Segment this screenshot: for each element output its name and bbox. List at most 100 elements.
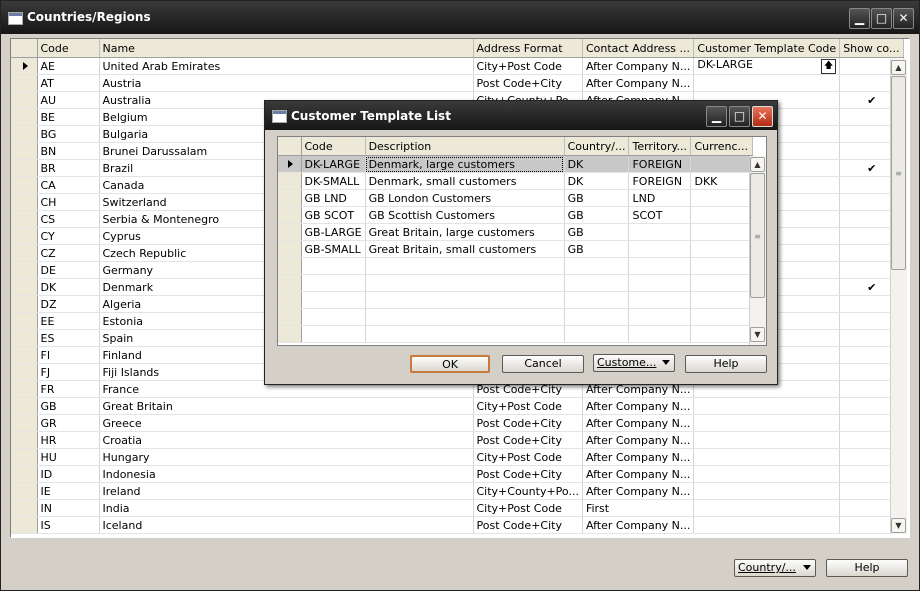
cell-code[interactable]: BR bbox=[37, 159, 100, 177]
ok-button[interactable]: OK bbox=[410, 355, 490, 373]
row-selector[interactable] bbox=[278, 206, 302, 224]
row-selector[interactable] bbox=[278, 257, 302, 275]
column-header-currency[interactable]: Currenc... bbox=[690, 137, 754, 156]
cell-address-format[interactable]: Post Code+City bbox=[473, 74, 583, 92]
column-header-show-contact[interactable]: Show co... bbox=[839, 39, 905, 58]
empty-cell[interactable] bbox=[690, 308, 754, 326]
row-selector[interactable] bbox=[11, 363, 38, 381]
cell-code[interactable]: CZ bbox=[37, 244, 100, 262]
empty-cell[interactable] bbox=[564, 257, 630, 275]
cell-code[interactable]: AT bbox=[37, 74, 100, 92]
row-selector[interactable] bbox=[11, 295, 38, 313]
dialog-scroll-down-button[interactable]: ▼ bbox=[750, 327, 765, 342]
cell-territory[interactable]: FOREIGN bbox=[628, 172, 692, 190]
dialog-minimize-button[interactable]: ▁ bbox=[706, 106, 727, 127]
row-selector[interactable] bbox=[11, 312, 38, 330]
cell-customer-template-code[interactable] bbox=[693, 397, 841, 415]
cell-name[interactable]: Great Britain bbox=[99, 397, 474, 415]
cell-code[interactable]: ES bbox=[37, 329, 100, 347]
cell-customer-template-code[interactable]: DK-LARGE 🡅 bbox=[693, 57, 841, 75]
cell-territory[interactable]: SCOT bbox=[628, 206, 692, 224]
cell-code[interactable]: CY bbox=[37, 227, 100, 245]
cell-code[interactable]: EE bbox=[37, 312, 100, 330]
cell-code[interactable]: DE bbox=[37, 261, 100, 279]
dialog-scroll-up-button[interactable]: ▲ bbox=[750, 157, 765, 172]
row-selector[interactable] bbox=[11, 278, 38, 296]
empty-cell[interactable] bbox=[564, 291, 630, 309]
column-header-customer-template-code[interactable]: Customer Template Code bbox=[693, 39, 841, 58]
column-header-code[interactable]: Code bbox=[37, 39, 100, 58]
column-header-country[interactable]: Country/... bbox=[564, 137, 630, 156]
cell-code[interactable]: GR bbox=[37, 414, 100, 432]
empty-cell[interactable] bbox=[301, 274, 366, 292]
grid-vertical-scrollbar[interactable]: ▲ ≡ ▼ bbox=[890, 59, 907, 534]
cell-code[interactable]: ID bbox=[37, 465, 100, 483]
empty-cell[interactable] bbox=[301, 325, 366, 343]
table-row[interactable]: GB LND GB London Customers GB LND bbox=[278, 189, 754, 207]
row-selector[interactable] bbox=[278, 240, 302, 258]
empty-cell[interactable] bbox=[628, 291, 692, 309]
cell-code[interactable]: AU bbox=[37, 91, 100, 109]
row-selector[interactable] bbox=[11, 125, 38, 143]
dialog-maximize-button[interactable]: □ bbox=[729, 106, 750, 127]
dialog-vertical-scrollbar[interactable]: ▲ ≡ ▼ bbox=[749, 156, 766, 345]
row-selector[interactable] bbox=[278, 189, 302, 207]
row-selector[interactable] bbox=[11, 414, 38, 432]
cell-description[interactable]: Great Britain, large customers bbox=[365, 223, 565, 241]
row-selector[interactable] bbox=[278, 325, 302, 343]
cell-code[interactable]: FI bbox=[37, 346, 100, 364]
cell-code[interactable]: FJ bbox=[37, 363, 100, 381]
cell-territory[interactable]: FOREIGN bbox=[628, 155, 692, 173]
cell-contact-address[interactable]: After Company N... bbox=[582, 465, 695, 483]
empty-cell[interactable] bbox=[628, 274, 692, 292]
close-button[interactable]: ✕ bbox=[893, 8, 914, 29]
cell-code[interactable]: CS bbox=[37, 210, 100, 228]
empty-cell[interactable] bbox=[564, 274, 630, 292]
cell-contact-address[interactable]: After Company N... bbox=[582, 516, 695, 534]
cell-contact-address[interactable]: After Company N... bbox=[582, 57, 695, 75]
table-row[interactable]: HR Croatia Post Code+City After Company N..… bbox=[11, 431, 905, 449]
row-selector[interactable] bbox=[278, 274, 302, 292]
cell-code[interactable]: CA bbox=[37, 176, 100, 194]
row-selector[interactable] bbox=[11, 448, 38, 466]
cell-address-format[interactable]: Post Code+City bbox=[473, 431, 583, 449]
cell-name[interactable]: Austria bbox=[99, 74, 474, 92]
cell-address-format[interactable]: City+Post Code bbox=[473, 448, 583, 466]
cell-description[interactable]: GB London Customers bbox=[365, 189, 565, 207]
cell-address-format[interactable]: City+Post Code bbox=[473, 397, 583, 415]
row-selector[interactable] bbox=[11, 244, 38, 262]
cell-name[interactable]: Hungary bbox=[99, 448, 474, 466]
cell-currency[interactable] bbox=[690, 206, 754, 224]
cell-code[interactable]: BG bbox=[37, 125, 100, 143]
row-selector[interactable] bbox=[11, 482, 38, 500]
column-header-description[interactable]: Description bbox=[365, 137, 565, 156]
table-row[interactable]: GB SCOT GB Scottish Customers GB SCOT bbox=[278, 206, 754, 224]
cell-contact-address[interactable]: After Company N... bbox=[582, 397, 695, 415]
cell-territory[interactable]: LND bbox=[628, 189, 692, 207]
row-selector[interactable] bbox=[11, 193, 38, 211]
cell-address-format[interactable]: Post Code+City bbox=[473, 516, 583, 534]
row-selector[interactable] bbox=[278, 172, 302, 190]
empty-cell[interactable] bbox=[564, 325, 630, 343]
cell-customer-template-code[interactable] bbox=[693, 414, 841, 432]
cell-name[interactable]: Croatia bbox=[99, 431, 474, 449]
cell-name[interactable]: Indonesia bbox=[99, 465, 474, 483]
row-selector[interactable] bbox=[11, 346, 38, 364]
cell-description[interactable]: Great Britain, small customers bbox=[365, 240, 565, 258]
empty-cell[interactable] bbox=[365, 257, 565, 275]
maximize-button[interactable]: □ bbox=[871, 8, 892, 29]
row-selector[interactable] bbox=[11, 261, 38, 279]
cell-description[interactable]: Denmark, small customers bbox=[365, 172, 565, 190]
cell-code[interactable]: IS bbox=[37, 516, 100, 534]
cell-code[interactable]: IE bbox=[37, 482, 100, 500]
cell-country[interactable]: GB bbox=[564, 206, 630, 224]
cell-name[interactable]: Greece bbox=[99, 414, 474, 432]
cell-contact-address[interactable]: After Company N... bbox=[582, 431, 695, 449]
cell-name[interactable]: United Arab Emirates bbox=[99, 57, 474, 75]
empty-row[interactable] bbox=[278, 291, 754, 309]
row-selector[interactable] bbox=[11, 108, 38, 126]
cell-name[interactable]: Iceland bbox=[99, 516, 474, 534]
table-row[interactable]: IS Iceland Post Code+City After Company N..… bbox=[11, 516, 905, 534]
cell-contact-address[interactable]: First bbox=[582, 499, 695, 517]
empty-cell[interactable] bbox=[690, 274, 754, 292]
